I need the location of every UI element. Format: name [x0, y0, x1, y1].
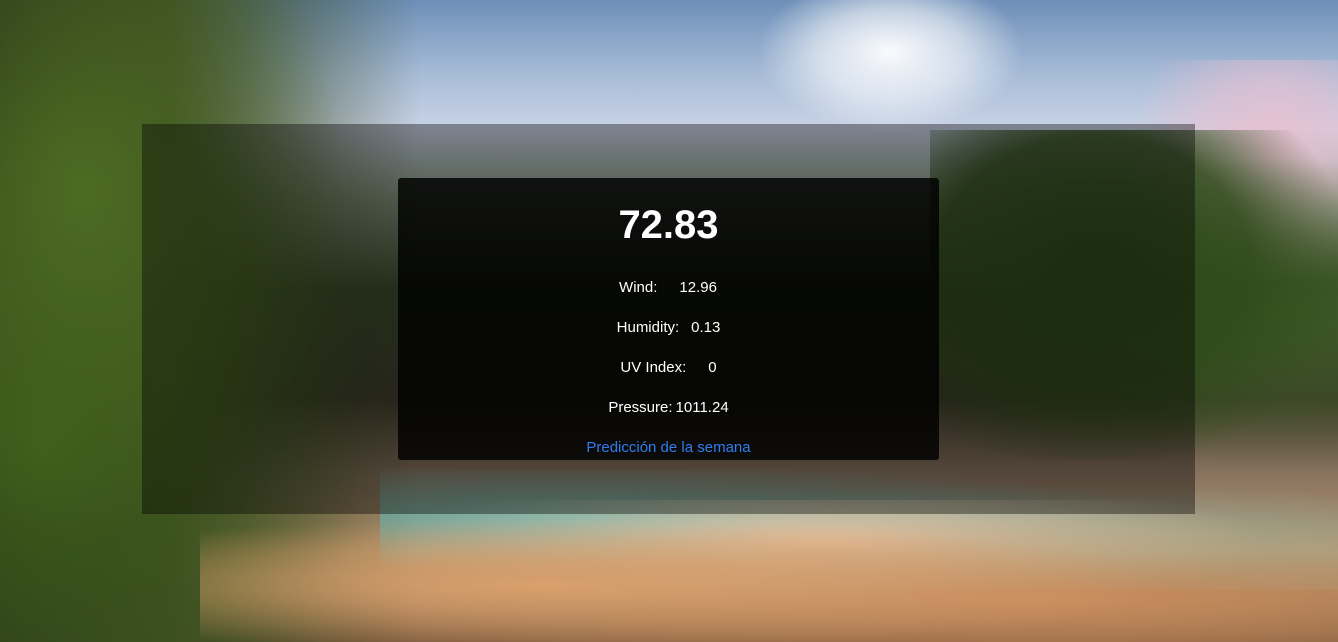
humidity-value: 0.13: [691, 319, 721, 336]
rock-terraces: [200, 500, 1338, 642]
wind-row: Wind: 12.96: [398, 279, 939, 297]
uv-index-row: UV Index: 0: [398, 359, 939, 377]
uv-index-label: UV Index:: [620, 359, 687, 376]
wind-label: Wind:: [619, 279, 658, 296]
wind-value: 12.96: [679, 279, 717, 296]
pressure-value: 1011.24: [675, 399, 729, 416]
humidity-label: Humidity:: [616, 319, 680, 336]
pressure-label: Pressure:: [608, 399, 673, 416]
uv-index-value: 0: [708, 359, 717, 376]
weekly-forecast-link[interactable]: Predicción de la semana: [398, 439, 939, 457]
humidity-row: Humidity: 0.13: [398, 319, 939, 337]
weather-card: 72.83 Wind: 12.96 Humidity: 0.13 UV Inde…: [398, 178, 939, 460]
cloud: [760, 0, 1020, 130]
temperature-value: 72.83: [618, 203, 719, 247]
pressure-row: Pressure: 1011.24: [398, 399, 939, 417]
